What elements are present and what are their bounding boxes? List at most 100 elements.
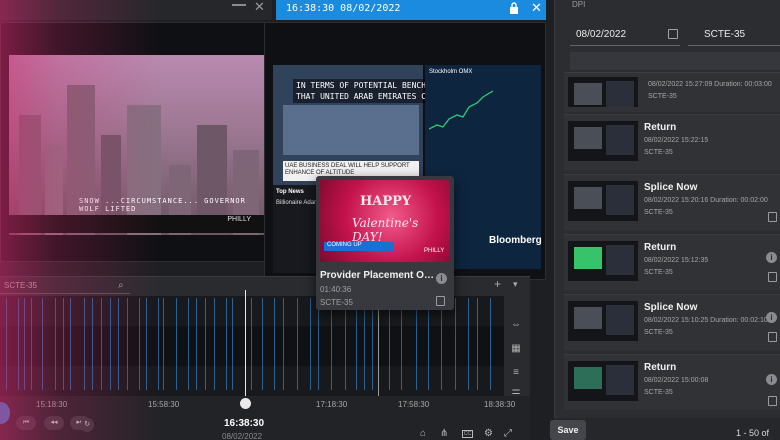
event-marker[interactable] [118, 298, 119, 390]
playhead-handle[interactable] [240, 398, 251, 409]
fullscreen-icon[interactable]: ⤢ [504, 428, 512, 439]
event-marker[interactable] [18, 298, 19, 390]
viewer-tab-bar-active[interactable]: 16:38:30 08/02/2022 ✕ [276, 0, 546, 20]
loop-icon[interactable]: ↻ [80, 418, 94, 432]
grid-icon[interactable]: ▦ [510, 344, 522, 354]
event-marker[interactable] [477, 298, 478, 390]
search-icon[interactable]: ⌕ [118, 280, 124, 291]
event-type: SCTE-35 [648, 93, 677, 100]
event-marker[interactable] [468, 298, 469, 390]
add-icon[interactable]: + [494, 277, 501, 291]
event-marker[interactable] [345, 298, 346, 390]
time-tick: 17:18:30 [316, 400, 348, 409]
copy-icon[interactable] [436, 296, 445, 306]
event-marker[interactable] [226, 298, 227, 390]
copy-icon[interactable] [768, 212, 777, 222]
event-marker[interactable] [441, 298, 442, 390]
event-marker[interactable] [490, 298, 491, 390]
rewind-icon[interactable]: ◂◂ [44, 416, 64, 430]
share-icon[interactable]: ⋔ [440, 428, 448, 439]
event-marker[interactable] [297, 298, 298, 390]
close-icon[interactable]: ✕ [531, 0, 542, 16]
camera-icon[interactable]: ⌂ [420, 428, 426, 439]
event-item[interactable]: Splice Now 08/02/2022 15:10:25 Duration:… [564, 294, 780, 350]
event-marker[interactable] [158, 298, 159, 390]
list-icon[interactable]: ≡ [510, 368, 522, 378]
event-marker[interactable] [401, 298, 402, 390]
event-marker[interactable] [251, 298, 252, 390]
event-meta: 08/02/2022 15:00:08 [644, 377, 709, 384]
time-tick: 18:38:30 [484, 400, 516, 409]
event-marker[interactable] [364, 298, 365, 390]
minimize-icon[interactable] [232, 4, 246, 6]
closed-caption-icon[interactable]: CC [462, 430, 473, 438]
info-icon[interactable]: i [766, 312, 777, 323]
event-marker[interactable] [262, 298, 263, 390]
event-meta: 08/02/2022 15:27:09 Duration: 00:03:00 [648, 81, 772, 88]
event-marker[interactable] [139, 298, 140, 390]
event-marker[interactable] [92, 298, 93, 390]
event-marker[interactable] [176, 298, 177, 390]
copy-icon[interactable] [768, 272, 777, 282]
event-marker[interactable] [416, 298, 417, 390]
info-icon[interactable]: i [766, 374, 777, 385]
date-field[interactable]: 08/02/2022 [570, 24, 680, 46]
event-marker[interactable] [318, 298, 319, 390]
event-item[interactable]: Return 08/02/2022 15:12:35 SCTE-35 [564, 234, 780, 290]
event-type-select[interactable]: SCTE-35 [688, 24, 780, 46]
event-marker[interactable] [55, 298, 56, 390]
event-marker[interactable] [205, 298, 206, 390]
chevron-down-icon[interactable]: ▾ [513, 279, 518, 290]
info-icon[interactable]: i [766, 252, 777, 263]
event-marker[interactable] [110, 298, 111, 390]
event-marker[interactable] [24, 298, 25, 390]
clip-preview-card[interactable]: HAPPY Valentine's DAY! COMING UP PHILLY … [316, 176, 454, 310]
event-marker[interactable] [428, 298, 429, 390]
event-type: SCTE-35 [644, 389, 673, 396]
event-marker[interactable] [214, 298, 215, 390]
event-item[interactable]: 08/02/2022 15:27:09 Duration: 00:03:00 S… [564, 72, 780, 112]
clip-duration: 01:40:36 [320, 285, 352, 294]
timeline-tracks[interactable] [0, 296, 504, 396]
event-marker[interactable] [372, 298, 373, 390]
event-marker[interactable] [70, 298, 71, 390]
event-item[interactable]: Splice Now 08/02/2022 15:20:16 Duration:… [564, 174, 780, 230]
event-marker[interactable] [163, 298, 164, 390]
event-marker[interactable] [310, 298, 311, 390]
event-marker[interactable] [455, 298, 456, 390]
event-marker[interactable] [63, 298, 64, 390]
video-panel-1[interactable]: SNOW ...CIRCUMSTANCE... GOVERNOR WOLF LI… [0, 22, 272, 262]
event-marker[interactable] [6, 298, 7, 390]
event-marker[interactable] [274, 298, 275, 390]
event-thumbnail [568, 77, 638, 107]
save-button[interactable]: Save [550, 420, 586, 440]
event-item[interactable]: Return 08/02/2022 15:00:08 SCTE-35 [564, 354, 780, 410]
event-marker[interactable] [42, 298, 43, 390]
event-marker[interactable] [356, 298, 357, 390]
sidebar-header: DPI [572, 0, 586, 9]
event-marker[interactable] [31, 298, 32, 390]
event-marker[interactable] [331, 298, 332, 390]
event-marker[interactable] [283, 298, 284, 390]
copy-icon[interactable] [768, 396, 777, 406]
event-marker[interactable] [188, 298, 189, 390]
info-icon[interactable]: i [436, 273, 447, 284]
event-marker[interactable] [84, 298, 85, 390]
lock-icon[interactable] [509, 2, 519, 14]
calendar-icon[interactable] [668, 29, 678, 39]
event-type: SCTE-35 [644, 209, 673, 216]
event-marker[interactable] [146, 298, 147, 390]
event-item[interactable]: Return 08/02/2022 15:22:15 SCTE-35 [564, 114, 780, 170]
settings-icon[interactable]: ⚙ [484, 428, 493, 439]
event-marker[interactable] [232, 298, 233, 390]
clip-type: SCTE-35 [320, 298, 353, 307]
event-marker[interactable] [196, 298, 197, 390]
zoom-fit-icon[interactable]: ⇔ [510, 320, 522, 330]
playhead[interactable] [245, 290, 246, 402]
event-marker[interactable] [101, 298, 102, 390]
event-marker[interactable] [127, 298, 128, 390]
event-marker[interactable] [389, 298, 390, 390]
copy-icon[interactable] [768, 332, 777, 342]
close-icon[interactable]: ✕ [254, 0, 265, 15]
step-back-icon[interactable]: ⏮ [16, 416, 36, 430]
